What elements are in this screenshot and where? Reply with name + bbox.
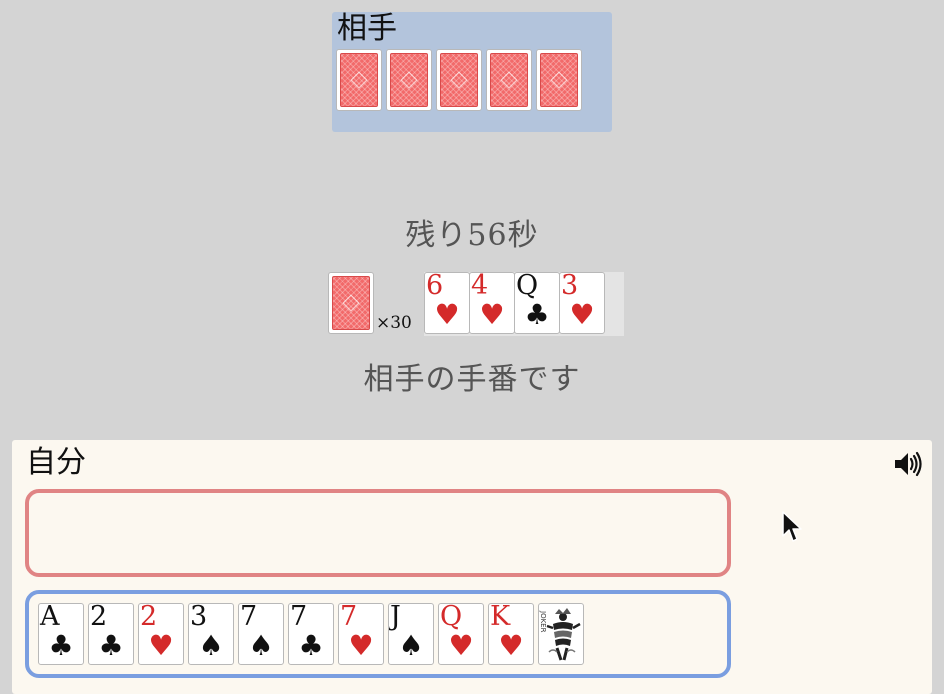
hand-card[interactable]: K ♥ (488, 603, 534, 665)
svg-text:JOKER: JOKER (539, 610, 547, 633)
table-cards: 6 ♥ 4 ♥ Q ♣ 3 ♥ (424, 272, 624, 336)
card-rank: J (390, 603, 401, 632)
hand-card[interactable]: 7 ♥ (338, 603, 384, 665)
opponent-card (536, 49, 582, 111)
card-rank: 3 (561, 272, 579, 301)
card-rank: 2 (90, 603, 108, 632)
hand-card[interactable]: 7 ♠ (238, 603, 284, 665)
card-suit-icon: ♣ (298, 629, 324, 662)
card-rank: A (40, 603, 60, 632)
player-panel: 自分 A ♣ 2 ♣ 2 ♥ 3 ♠ 7 ♠ 7 ♣ 7 ♥ J ♠ Q ♥ K ♥ JOKER (12, 440, 932, 694)
card-suit-icon: ♥ (348, 629, 374, 662)
hand-card[interactable]: 7 ♣ (288, 603, 334, 665)
card-rank: K (490, 603, 511, 632)
mouse-cursor-icon (781, 510, 803, 544)
card-rank: Q (440, 603, 463, 632)
opponent-panel: 相手 (332, 12, 612, 132)
card-rank: Q (516, 272, 539, 301)
card-back-icon (490, 53, 528, 107)
card-suit-icon: ♥ (434, 298, 460, 331)
opponent-card (486, 49, 532, 111)
speaker-volume-icon[interactable] (892, 450, 924, 478)
card-suit-icon: ♠ (198, 629, 224, 662)
hand-card[interactable]: 2 ♣ (88, 603, 134, 665)
opponent-card (436, 49, 482, 111)
hand-card[interactable]: A ♣ (38, 603, 84, 665)
hand-card[interactable]: J ♠ (388, 603, 434, 665)
turn-timer: 残り56秒 (405, 218, 539, 253)
card-suit-icon: ♥ (148, 629, 174, 662)
opponent-card (386, 49, 432, 111)
card-back-icon (340, 53, 378, 107)
card-back-icon (390, 53, 428, 107)
card-rank: 6 (426, 272, 444, 301)
hand-card[interactable]: 3 ♠ (188, 603, 234, 665)
deck-count: ×30 (376, 313, 412, 333)
table-card: 3 ♥ (559, 272, 605, 334)
card-suit-icon: ♣ (98, 629, 124, 662)
opponent-title: 相手 (337, 11, 397, 46)
opponent-hand (336, 49, 582, 111)
card-suit-icon: ♥ (479, 298, 505, 331)
play-zone[interactable] (25, 489, 731, 577)
table-card: 6 ♥ (424, 272, 470, 334)
card-back-icon (332, 276, 370, 330)
card-suit-icon: ♥ (569, 298, 595, 331)
card-rank: 7 (290, 603, 308, 632)
card-back-icon (440, 53, 478, 107)
card-suit-icon: ♠ (398, 629, 424, 662)
card-rank: 4 (471, 272, 489, 301)
table-card: 4 ♥ (469, 272, 515, 334)
joker-icon: JOKER (539, 608, 581, 661)
draw-pile[interactable] (328, 272, 374, 334)
player-hand: A ♣ 2 ♣ 2 ♥ 3 ♠ 7 ♠ 7 ♣ 7 ♥ J ♠ Q ♥ K ♥ JOKER (38, 603, 584, 665)
player-title: 自分 (26, 445, 86, 480)
table-card: Q ♣ (514, 272, 560, 334)
opponent-card (336, 49, 382, 111)
card-rank: 3 (190, 603, 208, 632)
card-rank: 7 (240, 603, 258, 632)
joker-card[interactable]: JOKER (538, 603, 584, 665)
card-suit-icon: ♣ (524, 298, 550, 331)
hand-card[interactable]: Q ♥ (438, 603, 484, 665)
card-suit-icon: ♠ (248, 629, 274, 662)
turn-message: 相手の手番です (363, 362, 581, 397)
card-suit-icon: ♥ (448, 629, 474, 662)
card-rank: 7 (340, 603, 358, 632)
card-rank: 2 (140, 603, 158, 632)
hand-card[interactable]: 2 ♥ (138, 603, 184, 665)
card-suit-icon: ♣ (48, 629, 74, 662)
card-back-icon (540, 53, 578, 107)
card-suit-icon: ♥ (498, 629, 524, 662)
player-hand-zone: A ♣ 2 ♣ 2 ♥ 3 ♠ 7 ♠ 7 ♣ 7 ♥ J ♠ Q ♥ K ♥ JOKER (25, 590, 731, 678)
